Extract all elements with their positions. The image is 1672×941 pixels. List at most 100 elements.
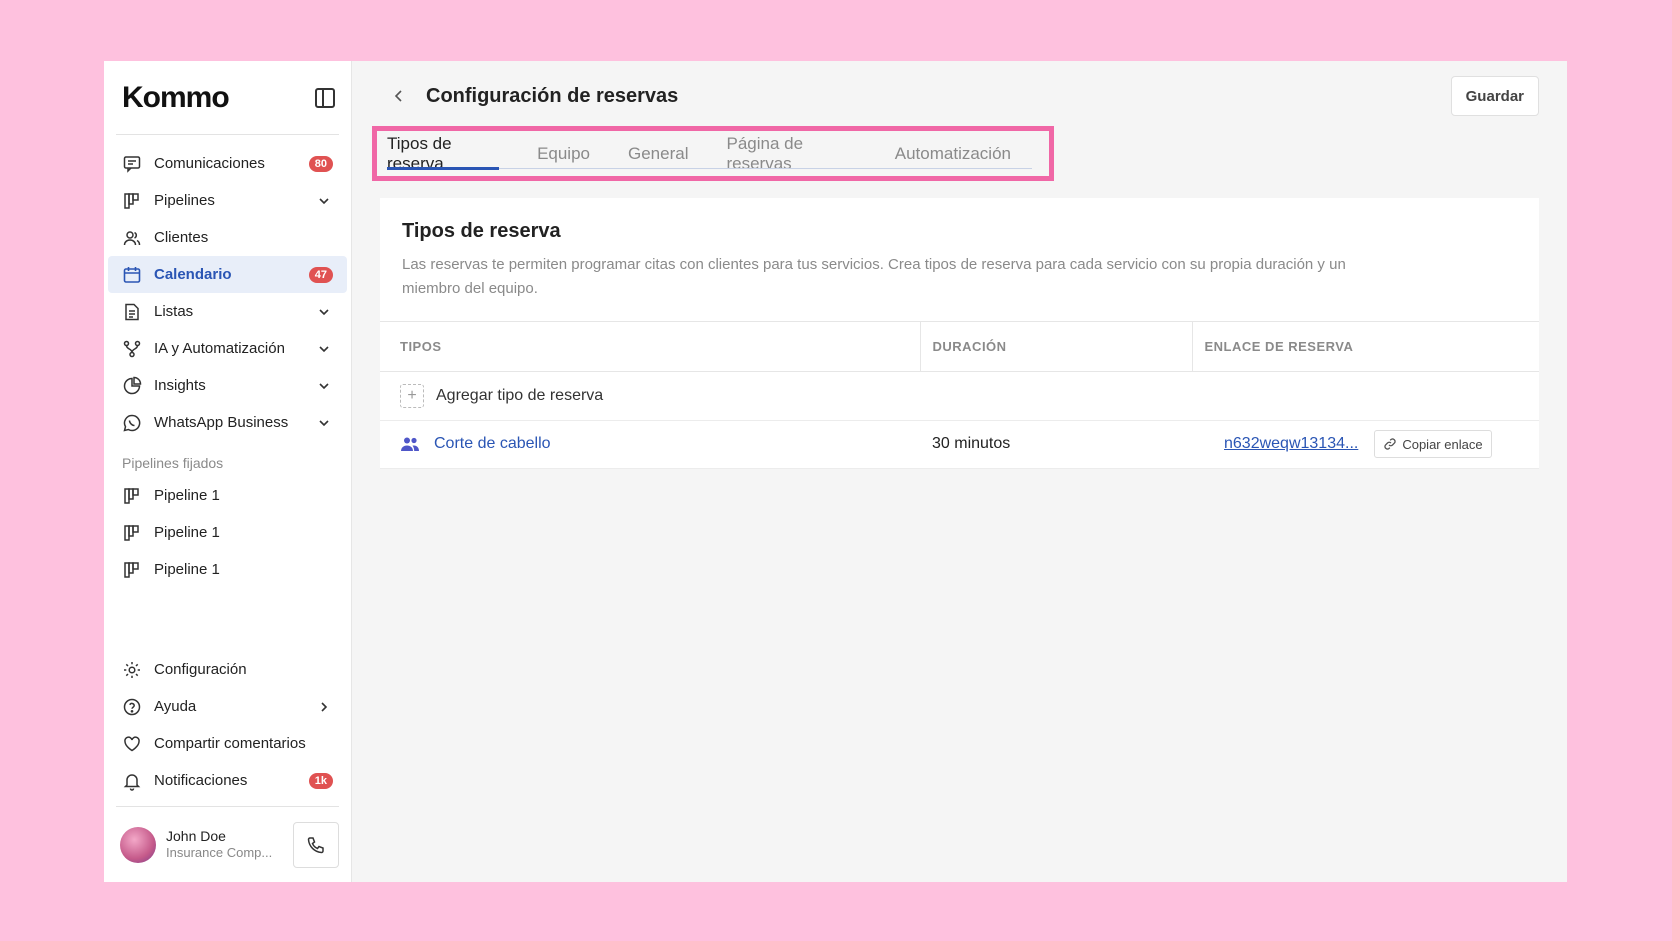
booking-types-card: Tipos de reserva Las reservas te permite… (380, 198, 1539, 469)
booking-types-table: TIPOS DURACIÓN ENLACE DE RESERVA + Agreg… (380, 322, 1539, 469)
secondary-nav: Configuración Ayuda Compartir comentario… (104, 641, 351, 799)
tab-equipo[interactable]: Equipo (537, 131, 590, 176)
pipeline-icon (122, 560, 142, 580)
pinned-pipelines: Pipeline 1 Pipeline 1 Pipeline 1 (104, 477, 351, 588)
bell-icon (122, 771, 142, 791)
add-booking-type-button[interactable]: + Agregar tipo de reserva (400, 372, 1519, 420)
pie-chart-icon (122, 376, 142, 396)
column-header-tipos: TIPOS (380, 322, 920, 372)
help-icon (122, 697, 142, 717)
sidebar-item-label: Listas (154, 303, 194, 320)
sidebar-item-label: Pipeline 1 (154, 524, 220, 541)
table-row: Corte de cabello 30 minutos n632weqw1313… (380, 420, 1539, 469)
back-button[interactable] (388, 85, 410, 107)
avatar[interactable] (120, 826, 156, 863)
chevron-down-icon[interactable] (315, 340, 333, 358)
unread-badge: 80 (308, 155, 333, 172)
user-profile[interactable]: John Doe Insurance Comp... (116, 806, 339, 882)
sidebar-item-label: Pipeline 1 (154, 561, 220, 578)
sidebar-item-pipelines[interactable]: Pipelines (108, 182, 347, 219)
copy-link-label: Copiar enlace (1402, 436, 1483, 452)
tab-automatizacion[interactable]: Automatización (895, 131, 1011, 176)
copy-link-button[interactable]: Copiar enlace (1374, 430, 1492, 458)
sidebar-item-label: WhatsApp Business (154, 414, 289, 431)
sidebar-item-label: Calendario (154, 266, 232, 283)
sidebar-item-compartir-comentarios[interactable]: Compartir comentarios (108, 725, 347, 762)
page-title: Configuración de reservas (426, 84, 679, 107)
booking-type-name: Corte de cabello (434, 435, 551, 452)
phone-button[interactable] (293, 821, 339, 868)
table-header-row: TIPOS DURACIÓN ENLACE DE RESERVA (380, 322, 1539, 372)
sidebar-item-label: Compartir comentarios (154, 735, 306, 752)
sidebar-item-label: Pipelines (154, 192, 215, 209)
sidebar-item-label: Ayuda (154, 698, 197, 715)
booking-duration: 30 minutos (920, 420, 1192, 469)
tab-tipos-de-reserva[interactable]: Tipos de reserva (387, 131, 500, 176)
app-window: Kommo Comunicaciones 80 Pipelines Client… (104, 61, 1567, 882)
document-icon (122, 302, 142, 322)
link-icon (1383, 437, 1397, 451)
main-content: Configuración de reservas Guardar Tipos … (352, 61, 1567, 882)
heart-icon (122, 734, 142, 754)
sidebar-item-clientes[interactable]: Clientes (108, 219, 347, 256)
card-title: Tipos de reserva (402, 220, 561, 242)
chevron-down-icon[interactable] (315, 192, 333, 210)
sidebar-item-ayuda[interactable]: Ayuda (108, 688, 347, 725)
card-description: Las reservas te permiten programar citas… (402, 256, 1346, 297)
sidebar-item-label: Comunicaciones (154, 155, 265, 172)
sidebar-item-configuracion[interactable]: Configuración (108, 651, 347, 688)
sidebar-item-label: Pipeline 1 (154, 487, 220, 504)
plus-icon: + (400, 383, 424, 408)
topbar: Configuración de reservas Guardar (352, 61, 1567, 131)
notifications-badge: 1k (308, 772, 333, 789)
chevron-down-icon[interactable] (315, 303, 333, 321)
sidebar-item-label: Insights (154, 377, 206, 394)
pinned-pipeline-item[interactable]: Pipeline 1 (108, 477, 347, 514)
whatsapp-icon (122, 413, 142, 433)
collapse-sidebar-icon[interactable] (315, 87, 335, 108)
pinned-pipeline-item[interactable]: Pipeline 1 (108, 514, 347, 551)
profile-text: John Doe Insurance Comp... (166, 827, 293, 862)
pipeline-icon (122, 486, 142, 506)
sidebar-item-label: Configuración (154, 661, 247, 678)
booking-link[interactable]: n632weqw13134... (1224, 435, 1358, 453)
kommo-logo[interactable]: Kommo (122, 81, 230, 115)
pipeline-icon (122, 523, 142, 543)
count-badge: 47 (308, 266, 333, 283)
pinned-pipeline-item[interactable]: Pipeline 1 (108, 551, 347, 588)
profile-name: John Doe (166, 827, 226, 844)
card-header: Tipos de reserva Las reservas te permite… (380, 198, 1539, 322)
pipeline-icon (122, 191, 142, 211)
add-booking-type-label: Agregar tipo de reserva (436, 386, 604, 404)
chevron-right-icon[interactable] (315, 698, 333, 716)
sidebar-item-label: Clientes (154, 229, 209, 246)
booking-type-link[interactable]: Corte de cabello (400, 435, 900, 453)
calendar-icon (122, 265, 142, 285)
group-icon (400, 436, 420, 452)
save-button[interactable]: Guardar (1450, 76, 1539, 116)
chevron-down-icon[interactable] (315, 377, 333, 395)
tab-general[interactable]: General (628, 131, 688, 176)
users-icon (122, 228, 142, 248)
gear-icon (122, 660, 142, 680)
sidebar-item-comunicaciones[interactable]: Comunicaciones 80 (108, 145, 347, 182)
pinned-pipelines-title: Pipelines fijados (122, 455, 224, 471)
booking-link-cell: n632weqw13134... Copiar enlace (1212, 430, 1519, 458)
chevron-down-icon[interactable] (315, 414, 333, 432)
sidebar-item-whatsapp-business[interactable]: WhatsApp Business (108, 404, 347, 441)
tab-pagina-de-reservas[interactable]: Página de reservas (726, 131, 856, 176)
column-header-enlace: ENLACE DE RESERVA (1191, 322, 1539, 372)
sidebar-item-ia-automatizacion[interactable]: IA y Automatización (108, 330, 347, 367)
profile-company: Insurance Comp... (166, 845, 273, 861)
column-header-duracion: DURACIÓN (919, 322, 1192, 372)
chat-icon (122, 154, 142, 174)
sidebar-item-notificaciones[interactable]: Notificaciones 1k (108, 762, 347, 799)
sidebar: Kommo Comunicaciones 80 Pipelines Client… (104, 61, 352, 882)
logo-row: Kommo (104, 61, 351, 134)
flow-icon (122, 339, 142, 359)
sidebar-item-insights[interactable]: Insights (108, 367, 347, 404)
sidebar-item-label: Notificaciones (154, 772, 248, 789)
sidebar-item-label: IA y Automatización (154, 340, 285, 357)
sidebar-item-calendario[interactable]: Calendario 47 (108, 256, 347, 293)
sidebar-item-listas[interactable]: Listas (108, 293, 347, 330)
